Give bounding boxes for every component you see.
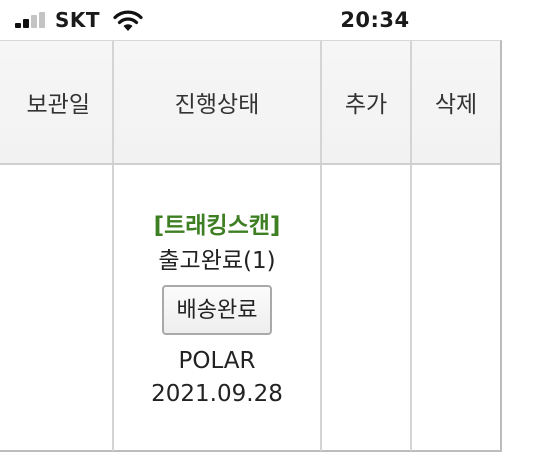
tracking-scan-link[interactable]: [트래킹스캔] (114, 210, 320, 243)
delivery-complete-button[interactable]: 배송완료 (161, 284, 273, 335)
clock: 20:34 (340, 8, 410, 32)
table-header-row: 보관일 진행상태 추가 삭제 (0, 41, 500, 165)
order-table: 보관일 진행상태 추가 삭제 [트래킹스캔] 출고완료(1) 배송완료 POLA… (0, 40, 502, 452)
ship-date: 2021.09.28 (151, 380, 283, 407)
header-storage-date: 보관일 (0, 41, 114, 165)
cell-delete (411, 164, 500, 451)
header-progress-status: 진행상태 (113, 41, 322, 165)
header-delete: 삭제 (411, 41, 500, 165)
cell-progress-status: [트래킹스캔] 출고완료(1) 배송완료 POLAR 2021.09.28 (113, 164, 322, 451)
cell-storage-date (0, 164, 114, 451)
shipment-status-text: 출고완료(1) (158, 247, 276, 274)
courier-name: POLAR (178, 347, 256, 374)
header-add: 추가 (321, 41, 412, 165)
status-bar: SKT 20:34 (0, 0, 538, 40)
table-row: [트래킹스캔] 출고완료(1) 배송완료 POLAR 2021.09.28 (0, 164, 500, 451)
cell-add (321, 164, 412, 451)
